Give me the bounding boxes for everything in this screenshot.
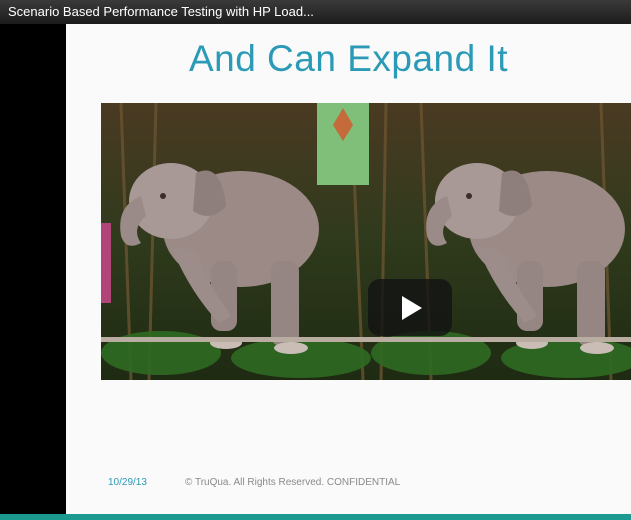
slide-heading: And Can Expand It	[188, 38, 509, 79]
play-button[interactable]	[368, 279, 452, 336]
footer-copyright: © TruQua. All Rights Reserved. CONFIDENT…	[185, 477, 401, 488]
video-title[interactable]: Scenario Based Performance Testing with …	[0, 0, 631, 24]
play-icon	[402, 296, 422, 320]
footer-date: 10/29/13	[108, 477, 147, 488]
letterbox-left	[0, 24, 66, 514]
elephant-photo	[101, 103, 631, 380]
progress-bar[interactable]	[0, 514, 631, 520]
slide: And Can Expand It 10/29/13 © TruQua. All…	[66, 24, 631, 514]
